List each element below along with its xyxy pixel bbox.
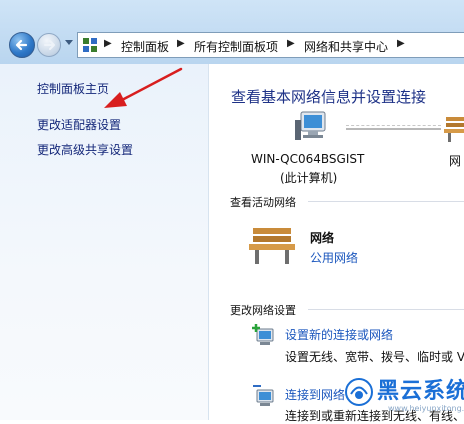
breadcrumb-separator-icon[interactable]: ▶ bbox=[287, 38, 295, 49]
control-panel-icon bbox=[83, 38, 97, 52]
breadcrumb-separator-icon[interactable]: ▶ bbox=[177, 38, 185, 49]
breadcrumb-all-items[interactable]: 所有控制面板项 bbox=[194, 38, 278, 55]
watermark-url: www.heiyunxitong.com bbox=[388, 404, 464, 413]
left-task-pane: 控制面板主页 更改适配器设置 更改高级共享设置 bbox=[0, 64, 209, 420]
back-button[interactable] bbox=[9, 32, 35, 58]
breadcrumb-separator-icon[interactable]: ▶ bbox=[397, 38, 405, 49]
recent-pages-dropdown[interactable] bbox=[65, 40, 73, 45]
computer-icon[interactable] bbox=[293, 110, 329, 144]
change-adapter-settings-link[interactable]: 更改适配器设置 bbox=[37, 116, 121, 133]
forward-arrow-icon bbox=[44, 40, 55, 50]
section-divider bbox=[308, 309, 464, 310]
this-computer-label: (此计算机) bbox=[280, 171, 338, 185]
back-arrow-icon bbox=[15, 39, 28, 51]
new-connection-icon[interactable] bbox=[251, 323, 277, 349]
connection-line bbox=[346, 128, 441, 130]
page-title: 查看基本网络信息并设置连接 bbox=[231, 88, 427, 106]
change-settings-heading: 更改网络设置 bbox=[230, 304, 296, 317]
network-name: 网络 bbox=[310, 231, 335, 245]
control-panel-home-link[interactable]: 控制面板主页 bbox=[37, 80, 109, 97]
breadcrumb-separator-icon[interactable]: ▶ bbox=[104, 38, 112, 49]
public-network-bench-icon[interactable] bbox=[249, 224, 295, 266]
computer-name: WIN-QC064BSGIST bbox=[251, 152, 365, 166]
change-advanced-sharing-link[interactable]: 更改高级共享设置 bbox=[37, 141, 133, 158]
address-bar[interactable]: ▶ 控制面板 ▶ 所有控制面板项 ▶ 网络和共享中心 ▶ bbox=[77, 32, 464, 58]
setup-new-connection-link[interactable]: 设置新的连接或网络 bbox=[285, 326, 393, 343]
forward-button[interactable] bbox=[37, 33, 61, 57]
network-label-partial: 网 bbox=[449, 154, 462, 168]
network-type-link[interactable]: 公用网络 bbox=[310, 249, 358, 266]
connect-to-network-icon[interactable] bbox=[251, 382, 277, 408]
breadcrumb-network-center[interactable]: 网络和共享中心 bbox=[304, 38, 388, 55]
setup-new-connection-desc: 设置无线、宽带、拨号、临时或 V bbox=[285, 350, 464, 364]
section-divider bbox=[308, 201, 464, 202]
window-toolbar: ▶ 控制面板 ▶ 所有控制面板项 ▶ 网络和共享中心 ▶ bbox=[0, 0, 464, 64]
active-networks-heading: 查看活动网络 bbox=[230, 196, 296, 209]
watermark-text: 黑云系统 bbox=[377, 379, 464, 404]
network-bench-icon[interactable] bbox=[444, 114, 464, 144]
watermark-logo-icon bbox=[345, 378, 373, 406]
main-content: 查看基本网络信息并设置连接 WIN-QC064BSGIST (此计算机) 网 查… bbox=[209, 64, 464, 423]
connection-line-dash bbox=[346, 125, 441, 126]
breadcrumb-control-panel[interactable]: 控制面板 bbox=[121, 38, 169, 55]
connect-to-network-link[interactable]: 连接到网络 bbox=[285, 386, 345, 403]
